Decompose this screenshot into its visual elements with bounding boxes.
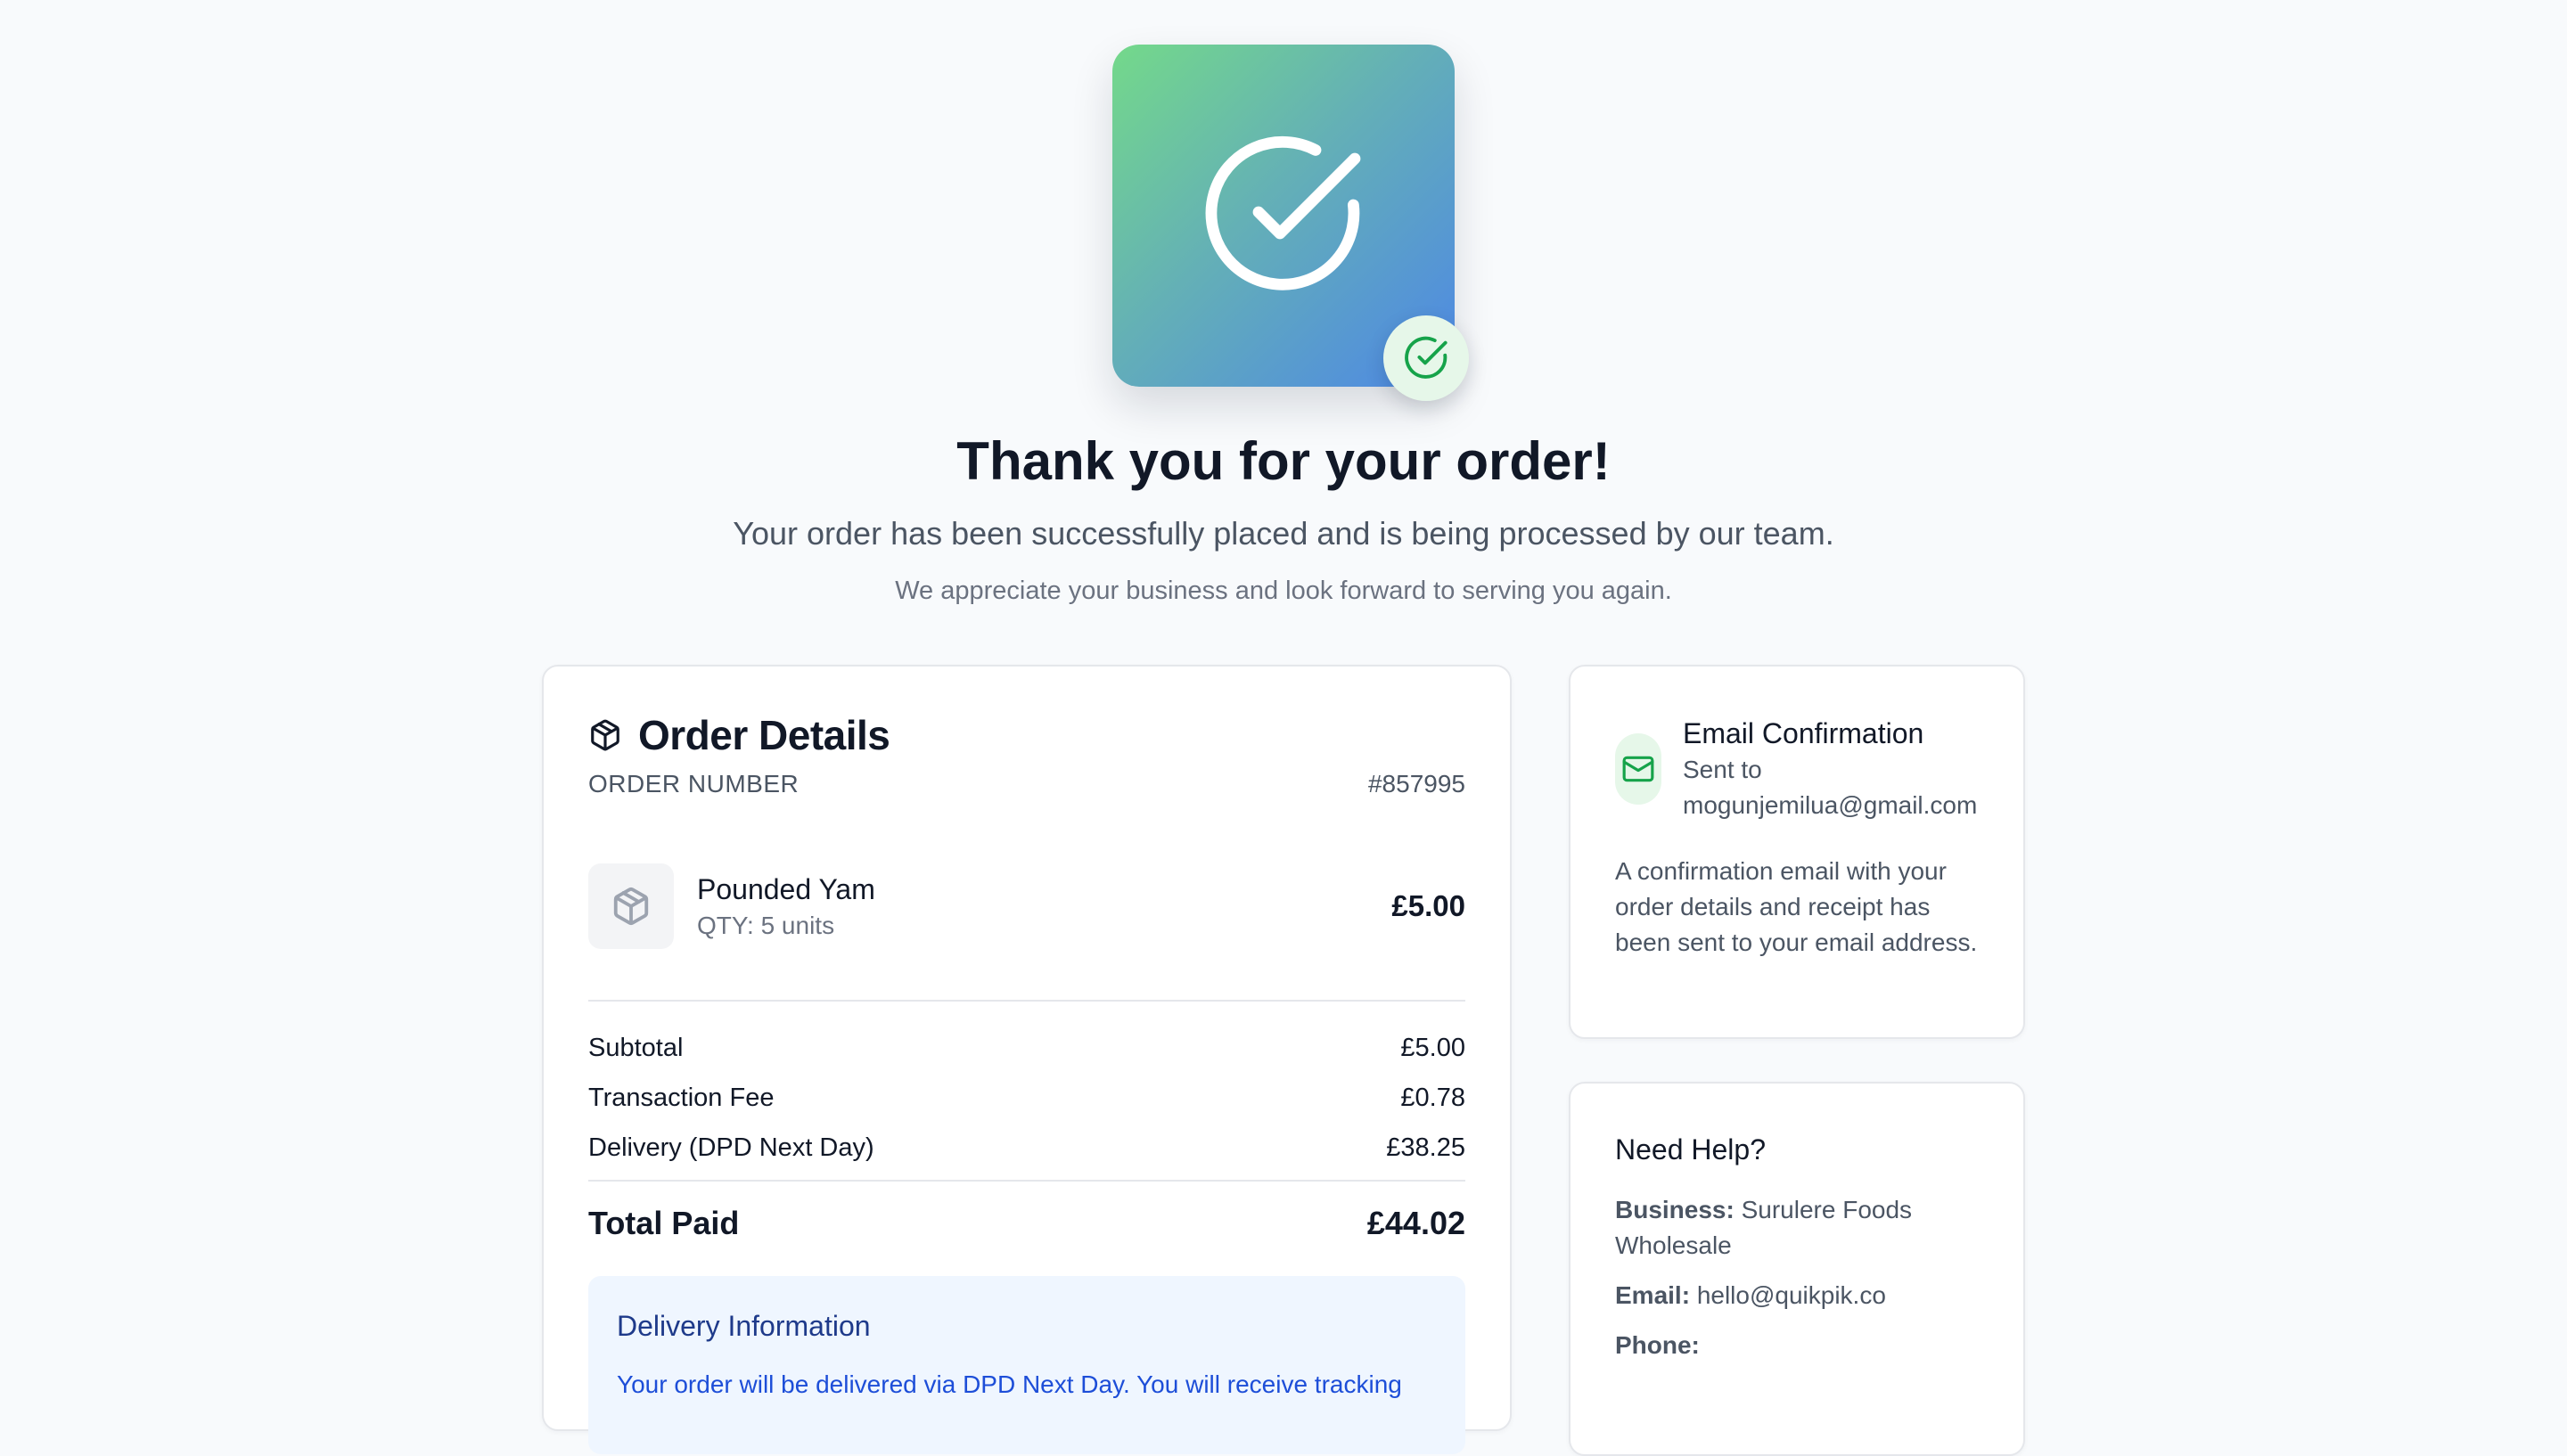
fee-value: £0.78: [1400, 1084, 1465, 1112]
subtotal-value: £5.00: [1400, 1034, 1465, 1062]
order-details-header: Order Details: [588, 711, 890, 759]
help-email-link[interactable]: hello@quikpik.co: [1697, 1281, 1886, 1309]
success-badge: [1383, 315, 1469, 401]
fee-row: Transaction Fee £0.78: [588, 1080, 1465, 1116]
check-circle-icon: [1205, 135, 1361, 290]
delivery-info-box: Delivery Information Your order will be …: [588, 1276, 1465, 1454]
fee-label: Transaction Fee: [588, 1084, 775, 1112]
order-number-value: #857995: [1367, 770, 1465, 798]
item-info: Pounded Yam QTY: 5 units: [697, 870, 1391, 943]
mail-icon: [1622, 756, 1654, 782]
need-help-card: Need Help? Business: Surulere Foods Whol…: [1569, 1082, 2025, 1456]
divider: [588, 1180, 1465, 1182]
item-name: Pounded Yam: [697, 873, 875, 905]
business-info: Business: Surulere Foods Wholesale: [1615, 1192, 1988, 1264]
total-label: Total Paid: [588, 1205, 740, 1241]
delivery-fee-row: Delivery (DPD Next Day) £38.25: [588, 1130, 1465, 1166]
page-title: Thank you for your order!: [956, 431, 1611, 491]
item-thumbnail: [588, 863, 674, 949]
help-phone-label: Phone:: [1615, 1331, 1700, 1359]
order-number-label: ORDER NUMBER: [588, 770, 800, 798]
item-price: £5.00: [1391, 889, 1465, 922]
delivery-info-title: Delivery Information: [617, 1310, 871, 1342]
order-details-title: Order Details: [638, 712, 890, 758]
email-address: mogunjemilua@gmail.com: [1683, 791, 1978, 819]
help-email-info: Email: hello@quikpik.co: [1615, 1278, 1988, 1313]
package-icon: [591, 719, 619, 751]
delivery-fee-value: £38.25: [1386, 1133, 1465, 1162]
order-details-card: Order Details ORDER NUMBER #857995 Pound…: [542, 665, 1512, 1454]
need-help-title: Need Help?: [1615, 1133, 1766, 1166]
email-confirmation-header: Email Confirmation Sent to mogunjemilua@…: [1615, 715, 1988, 823]
email-confirmation-description: A confirmation email with your order det…: [1615, 857, 1978, 956]
email-confirmation-card: Email Confirmation Sent to mogunjemilua@…: [1569, 665, 2025, 1039]
package-icon: [613, 887, 649, 926]
check-circle-icon: [1405, 336, 1448, 379]
subtotal-row: Subtotal £5.00: [588, 1030, 1465, 1066]
mail-icon-wrapper: [1615, 733, 1661, 805]
delivery-info-text: Your order will be delivered via DPD Nex…: [617, 1370, 1402, 1398]
email-confirmation-text: Email Confirmation Sent to mogunjemilua@…: [1683, 715, 1977, 823]
total-row: Total Paid £44.02: [588, 1201, 1465, 1246]
order-item: Pounded Yam QTY: 5 units £5.00: [588, 863, 1465, 950]
help-email-label: Email:: [1615, 1281, 1691, 1309]
email-sent-to-label: Sent to: [1683, 756, 1762, 783]
email-confirmation-title: Email Confirmation: [1683, 717, 1924, 749]
help-phone-info: Phone:: [1615, 1328, 1988, 1363]
total-value: £44.02: [1366, 1205, 1465, 1241]
page-subtitle: Your order has been successfully placed …: [733, 515, 1834, 552]
subtotal-label: Subtotal: [588, 1034, 684, 1062]
divider: [588, 1000, 1465, 1002]
business-label: Business:: [1615, 1196, 1735, 1223]
delivery-fee-label: Delivery (DPD Next Day): [588, 1133, 874, 1162]
order-number-row: ORDER NUMBER #857995: [588, 766, 1465, 802]
item-quantity: QTY: 5 units: [697, 912, 835, 939]
page-note: We appreciate your business and look for…: [895, 577, 1672, 605]
